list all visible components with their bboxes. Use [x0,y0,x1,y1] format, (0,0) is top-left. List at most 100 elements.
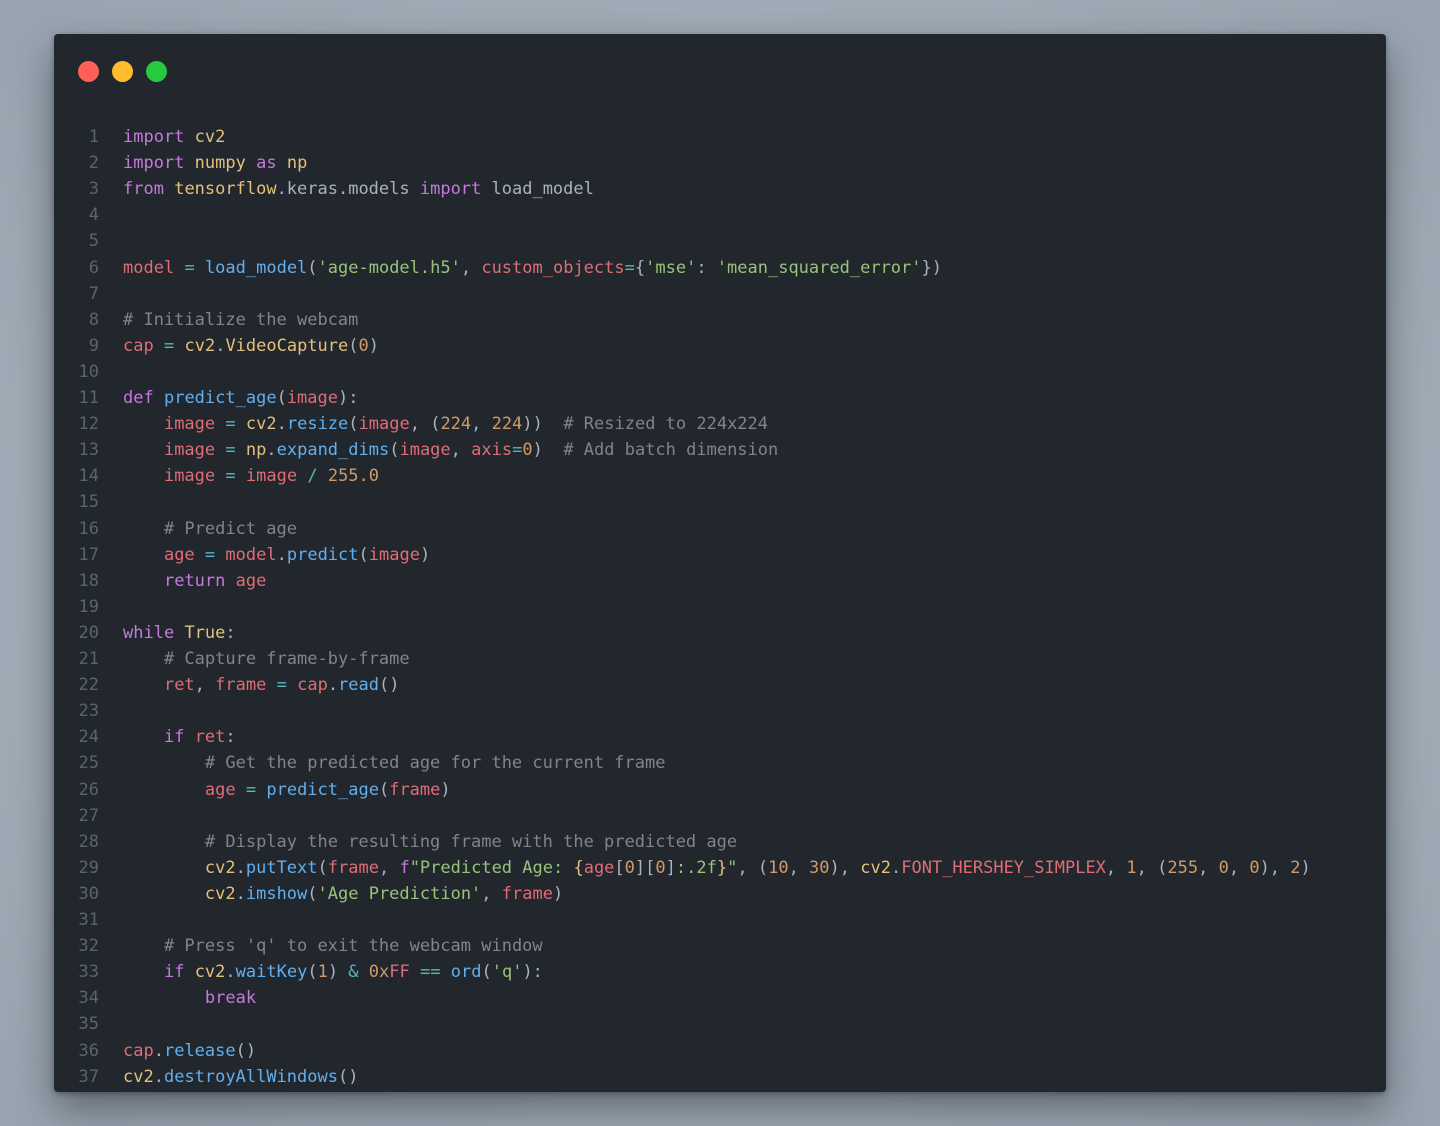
code-token: / [307,466,318,487]
line-number: 30 [78,883,99,904]
code-token: # Add batch dimension [563,440,779,461]
code-token: destroyAllWindows [163,1066,338,1087]
code-text: return age [123,568,266,594]
code-token: . [890,857,902,878]
code-text: model = load_model('age-model.h5', custo… [123,255,942,281]
line-number: 11 [78,388,99,408]
line-number: 26 [78,779,99,800]
code-token: if [163,962,185,983]
code-token: ( [307,962,318,983]
code-token: image [245,466,298,487]
code-token: VideoCapture [225,335,349,356]
code-token: { [573,857,584,878]
code-text: while True: [123,620,236,646]
code-token: # Predict age [163,518,298,539]
line-number: 12 [78,414,99,435]
code-token: tensorflow [174,179,277,200]
line-number: 20 [78,622,99,643]
code-token: 'mse' [645,257,697,278]
code-token: ( [358,544,369,565]
code-token: import [419,179,482,200]
code-token: image [399,440,451,461]
line-number: 9 [88,335,99,356]
code-token: 0x [368,962,390,983]
code-text: image = image / 255.0 [123,463,379,489]
line-number: 33 [78,962,99,983]
line-number: 21 [78,649,99,669]
code-token: np [286,153,308,174]
line-number: 14 [78,466,99,487]
code-token: load_model [204,257,308,278]
code-token: f [399,857,410,878]
code-token: ) [532,440,564,461]
line-number: 5 [88,231,99,252]
code-text: cv2.putText(frame, f"Predicted Age: {age… [123,855,1311,881]
code-token: import [123,153,185,174]
code-token: , [1105,857,1127,878]
close-window-button[interactable] [78,61,99,82]
code-token: import [123,127,185,147]
code-token: 2 [1290,857,1301,878]
code-token: ][ [634,857,656,878]
line-number: 10 [78,361,99,382]
window-titlebar [54,34,1386,104]
code-token: 'Age Prediction' [317,883,482,904]
code-token: cv2 [204,883,236,904]
code-token: . [153,1040,164,1061]
code-token: [ [614,857,625,878]
line-number: 17 [78,544,99,565]
code-token: ord [450,962,482,983]
code-token: ret [163,675,195,696]
code-token: . [327,675,339,696]
code-token: # Capture frame-by-frame [163,649,410,669]
code-token: & [348,962,359,983]
code-text: # Predict age [123,516,297,542]
code-token: = [225,440,236,461]
code-window: 1 import cv2 2 import numpy as np 3 from tens… [54,34,1386,1092]
code-token: 'age-model.h5' [317,257,461,278]
maximize-window-button[interactable] [146,61,167,82]
code-token: = [204,544,216,565]
code-text: cap = cv2.VideoCapture(0) [123,333,379,359]
code-token: = [245,779,257,800]
line-number: 2 [88,153,99,174]
code-token: cap [123,1040,154,1061]
code-token: ] [665,857,676,878]
code-token: model [123,257,175,278]
code-token: . [276,544,287,565]
code-token: True [184,622,226,643]
code-token: image [163,466,216,487]
minimize-window-button[interactable] [112,61,133,82]
code-text: cv2.destroyAllWindows() [123,1064,358,1090]
code-token: = [163,335,175,356]
code-token: cv2 [194,962,226,983]
line-number: 6 [88,257,99,278]
line-number: 4 [88,205,99,226]
code-token: cap [123,335,154,356]
code-text: ret, frame = cap.read() [123,672,400,698]
code-token: from [123,179,164,200]
line-number: 28 [78,831,99,852]
code-token: ), [1259,857,1291,878]
code-token: = [276,675,287,696]
code-token: ) [419,544,431,565]
line-number: 15 [78,492,99,513]
line-number: 37 [78,1066,99,1087]
code-token: } [716,857,728,878]
code-token: cap [297,675,328,696]
code-token: ( [317,857,328,878]
code-token: ) [552,883,564,904]
code-token: 0 [624,857,635,878]
code-token: numpy [194,153,246,174]
